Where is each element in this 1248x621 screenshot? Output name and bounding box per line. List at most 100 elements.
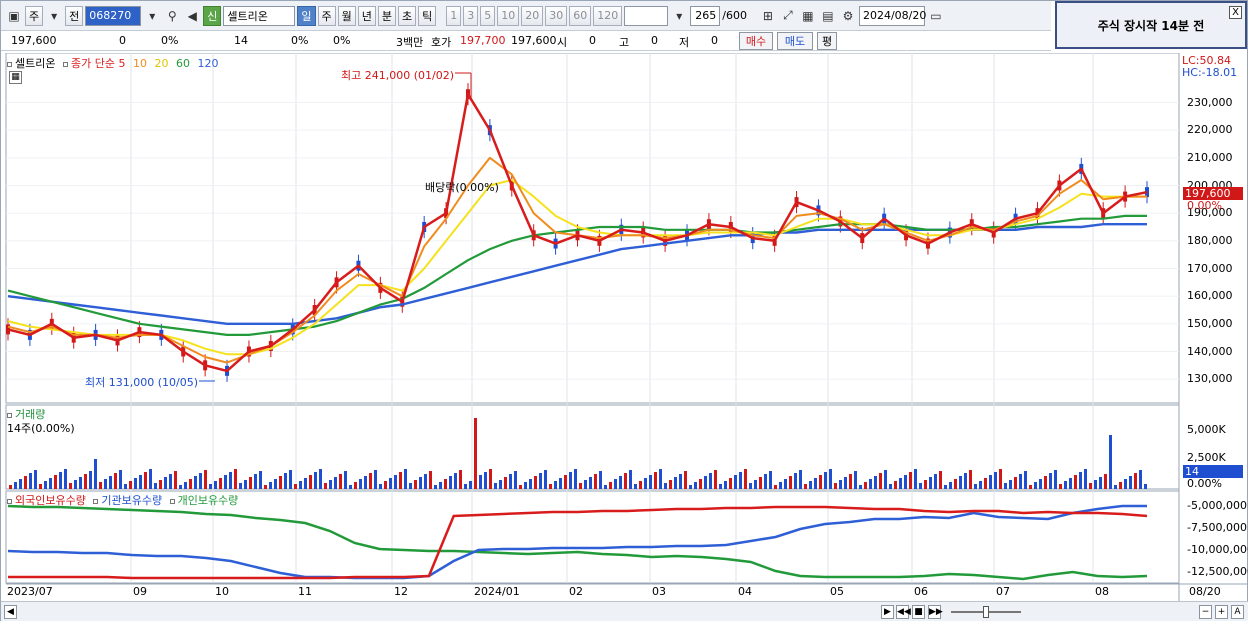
volume-bar (374, 470, 377, 489)
volume-bar (999, 469, 1002, 489)
volume-bar (109, 476, 112, 489)
high-annotation: 최고 241,000 (01/02) (341, 69, 455, 82)
period-second[interactable]: 초 (398, 5, 417, 26)
volume-bar (654, 472, 657, 489)
period-day[interactable]: 일 (297, 5, 316, 26)
layout-icon[interactable]: ▣ (5, 6, 23, 26)
period-week[interactable]: 주 (317, 5, 336, 26)
volume-bar (179, 485, 182, 489)
dropdown-icon[interactable]: ▾ (45, 6, 63, 26)
volume-bar (489, 469, 492, 489)
interval-dropdown-icon[interactable]: ▾ (670, 6, 688, 26)
volume-bar (844, 477, 847, 489)
eval-button[interactable]: 평 (817, 32, 837, 50)
low-value: 0 (711, 34, 718, 47)
volume-bar (634, 484, 637, 489)
chart-svg[interactable] (1, 52, 1248, 601)
alert-close-button[interactable]: X (1229, 6, 1242, 19)
volume-bar (324, 483, 327, 489)
search-icon[interactable]: ⚲ (163, 6, 181, 26)
volume-bar (144, 472, 147, 489)
volume-bar (784, 479, 787, 489)
volume-bar (734, 475, 737, 489)
save-icon[interactable]: ▤ (819, 6, 837, 26)
chart-scrollbar[interactable]: ◀ ▶ ◀◀ ■ ▶▶ − + A (1, 601, 1248, 621)
volume-bar (54, 475, 57, 489)
interval-30[interactable]: 30 (545, 5, 568, 26)
volume-bar (119, 470, 122, 489)
date-tick-label: 11 (298, 585, 312, 598)
gear-icon[interactable]: ⚙ (839, 6, 857, 26)
volume-bar (594, 474, 597, 489)
volume-bar (689, 485, 692, 489)
volume-bar (719, 484, 722, 489)
compare-button[interactable]: 전 (65, 5, 84, 26)
volume-bar (79, 477, 82, 489)
volume-bar (334, 477, 337, 489)
draw-tool-icon[interactable]: ⤢ (779, 6, 797, 26)
volume-bar (89, 471, 92, 489)
interval-1[interactable]: 1 (446, 5, 462, 26)
table-icon[interactable]: ▦ (9, 71, 22, 84)
count-input[interactable]: 265 (690, 5, 721, 26)
period-minute[interactable]: 분 (377, 5, 396, 26)
candle-type-icon[interactable]: ⊞ (759, 6, 777, 26)
volume-bar (934, 474, 937, 489)
volume-bar (1089, 483, 1092, 489)
sound-icon[interactable]: ◀ (183, 6, 201, 26)
zoom-in-icon[interactable]: + (1215, 605, 1228, 619)
interval-10[interactable]: 10 (497, 5, 520, 26)
interval-5[interactable]: 5 (480, 5, 496, 26)
interval-60[interactable]: 60 (569, 5, 592, 26)
volume-bar (984, 478, 987, 489)
holdings-axis-1: -5,000,000 (1187, 499, 1247, 512)
zoom-thumb[interactable] (983, 606, 989, 618)
price-tick-label: 170,000 (1187, 261, 1233, 275)
date-tick-label: 10 (215, 585, 229, 598)
code-dropdown-icon[interactable]: ▾ (143, 6, 161, 26)
stock-name-field[interactable]: 셀트리온 (223, 5, 296, 26)
period-tick[interactable]: 틱 (418, 5, 437, 26)
legend-square-icon (7, 412, 12, 418)
interval-20[interactable]: 20 (521, 5, 544, 26)
volume-bar (114, 473, 117, 489)
zoom-out-icon[interactable]: − (1199, 605, 1212, 619)
last-icon[interactable]: ▶▶ (928, 605, 943, 619)
volume-bar (609, 482, 612, 489)
price-tick-label: 230,000 (1187, 95, 1233, 109)
market-select[interactable]: 주 (25, 5, 44, 26)
scroll-right-icon[interactable]: ▶ (881, 605, 894, 619)
buy-button[interactable]: 매수 (739, 32, 773, 50)
toolbar: ▣ 주 ▾ 전 068270 ▾ ⚲ ◀ 신 셀트리온 일 주 월 년 분 초 … (1, 1, 1051, 31)
volume-bar (584, 480, 587, 489)
stock-code-input[interactable]: 068270 (85, 5, 142, 26)
foreign-holdings-line (8, 505, 1148, 580)
calendar-icon[interactable]: ▭ (927, 6, 945, 26)
period-year[interactable]: 년 (357, 5, 376, 26)
sell-button[interactable]: 매도 (777, 32, 813, 50)
volume-bar (604, 485, 607, 489)
date-tick-label: 12 (394, 585, 408, 598)
volume-bar (344, 471, 347, 489)
volume-bar (94, 459, 97, 489)
volume-bar (624, 473, 627, 489)
first-icon[interactable]: ◀◀ (896, 605, 911, 619)
volume-bar (614, 479, 617, 489)
interval-3[interactable]: 3 (463, 5, 479, 26)
stop-icon[interactable]: ■ (912, 605, 925, 619)
legend-ma120: 120 (197, 57, 219, 70)
volume-bar (1104, 474, 1107, 489)
custom-interval-input[interactable] (624, 5, 669, 26)
date-input[interactable]: 2024/08/20 (858, 5, 926, 26)
interval-120[interactable]: 120 (593, 5, 623, 26)
volume-bar (864, 482, 867, 489)
period-month[interactable]: 월 (337, 5, 356, 26)
volume-bar (464, 484, 467, 489)
indicator-icon[interactable]: ▦ (799, 6, 817, 26)
scroll-left-icon[interactable]: ◀ (4, 605, 17, 619)
volume-bar (589, 477, 592, 489)
volume-bar (174, 471, 177, 489)
chart-area[interactable]: 셀트리온 종가 단순 5 10 20 60 120 ▦ LC:50.84 HC:… (1, 52, 1248, 601)
volume-bar (69, 483, 72, 489)
font-size-icon[interactable]: A (1231, 605, 1244, 619)
